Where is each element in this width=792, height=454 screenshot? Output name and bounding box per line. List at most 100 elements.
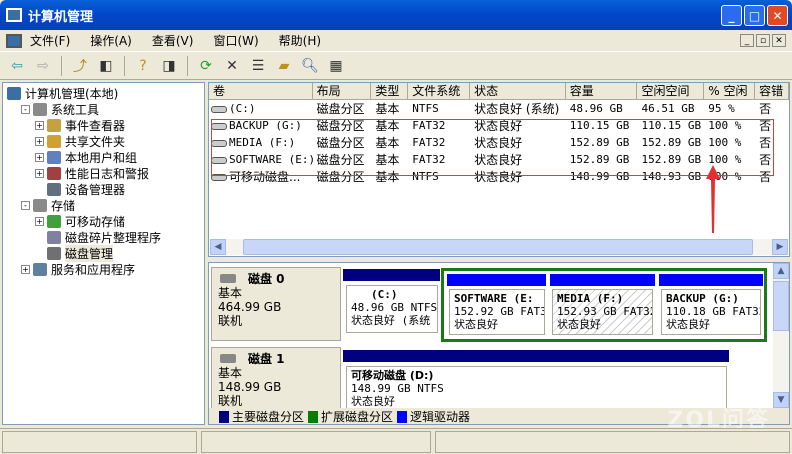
column-header[interactable]: 类型	[371, 83, 409, 99]
back-icon[interactable]: ⇦	[6, 55, 28, 77]
tree-item[interactable]: + 性能日志和警报	[3, 165, 204, 181]
menu-help[interactable]: 帮助(H)	[279, 32, 321, 49]
highlight-box	[211, 119, 774, 176]
column-header[interactable]: 空闲空间	[637, 83, 705, 99]
tree-item[interactable]: 磁盘管理	[3, 244, 204, 262]
maximize-button[interactable]: □	[744, 5, 765, 26]
tree-item-label: 磁盘管理	[65, 244, 114, 262]
menu-file[interactable]: 文件(F)	[30, 32, 70, 49]
open-icon[interactable]: ▰	[273, 55, 295, 77]
horizontal-scrollbar[interactable]: ◀ ▶	[210, 239, 788, 255]
tree-item-label: 系统工具	[51, 102, 100, 117]
column-header[interactable]: 文件系统	[408, 83, 471, 99]
column-header[interactable]: 容量	[566, 83, 638, 99]
scroll-up-button[interactable]: ▲	[773, 263, 789, 279]
expand-toggle-icon[interactable]: -	[21, 200, 30, 210]
tree-item-label: 共享文件夹	[65, 134, 126, 149]
tree-item-label: 磁盘碎片整理程序	[65, 230, 162, 245]
tree-item-label: 本地用户和组	[65, 150, 138, 165]
legend-label: 主要磁盘分区	[232, 410, 305, 424]
tree-item-label: 存储	[51, 198, 76, 213]
column-header[interactable]: 卷	[209, 83, 313, 99]
tree-node-icon	[47, 182, 61, 196]
tree-item[interactable]: 磁盘碎片整理程序	[3, 229, 204, 245]
tree-item-label: 事件查看器	[65, 118, 126, 133]
column-header[interactable]: 布局	[313, 83, 372, 99]
legend-swatch	[308, 410, 319, 423]
tree-node-icon	[33, 198, 47, 212]
refresh-icon[interactable]: ⟳	[195, 55, 217, 77]
show-hide-tree-icon[interactable]: ◧	[95, 55, 117, 77]
column-header[interactable]: % 空闲	[704, 83, 756, 99]
tree-node-icon	[47, 118, 61, 132]
search-icon[interactable]: 🔍︎	[299, 55, 321, 77]
scroll-thumb[interactable]	[243, 239, 753, 255]
menu-window[interactable]: 窗口(W)	[213, 32, 258, 49]
table-row[interactable]: (C:) 磁盘分区 基本 NTFS 状态良好 (系统) 48.96 GB 46.51 GB 9…	[209, 100, 789, 117]
expand-toggle-icon[interactable]: +	[35, 136, 44, 146]
delete-icon[interactable]: ✕	[221, 55, 243, 77]
partition-g[interactable]: BACKUP (G:) 110.18 GB FAT32 状态良好	[661, 289, 761, 335]
scroll-right-button[interactable]: ▶	[772, 239, 788, 255]
tree-item[interactable]: + 服务和应用程序	[3, 261, 204, 277]
partition-e[interactable]: SOFTWARE (E: 152.92 GB FAT32 状态良好	[449, 289, 545, 335]
tree-node-icon	[47, 134, 61, 148]
table-cell: NTFS	[412, 102, 439, 115]
computer-icon	[6, 8, 22, 22]
table-cell: 95 %	[708, 102, 735, 115]
scroll-thumb[interactable]	[773, 281, 789, 331]
tree-node-icon	[33, 262, 47, 276]
divider	[61, 56, 62, 76]
arrow-annotation	[706, 165, 720, 233]
tree-node-icon	[47, 246, 61, 260]
tree-item[interactable]: + 共享文件夹	[3, 133, 204, 149]
expand-toggle-icon[interactable]: +	[21, 264, 30, 274]
tree-item-label: 设备管理器	[65, 182, 126, 197]
scroll-left-button[interactable]: ◀	[210, 239, 226, 255]
tree-item[interactable]: + 事件查看器	[3, 117, 204, 133]
help-icon[interactable]: ?	[132, 55, 154, 77]
minimize-button[interactable]: _	[721, 5, 742, 26]
volume-icon	[211, 105, 227, 113]
expand-toggle-icon[interactable]: +	[35, 168, 44, 178]
partition-c[interactable]: (C:) 48.96 GB NTFS 状态良好 (系统	[346, 285, 438, 333]
table-cell: 磁盘分区	[316, 102, 365, 116]
up-folder-icon[interactable]: ⤴	[69, 55, 91, 77]
console-tree: 计算机管理(本地) - 系统工具 + 事件查看器 + 共享文件夹 + 本地用户和组 + 性能日志和警…	[2, 82, 205, 425]
settings-icon[interactable]: ▦	[325, 55, 347, 77]
child-minimize-button[interactable]: _	[740, 34, 754, 47]
tree-node-icon	[33, 102, 47, 116]
expand-toggle-icon[interactable]: -	[21, 104, 30, 114]
table-cell: 否	[759, 102, 772, 116]
menu-view[interactable]: 查看(V)	[152, 32, 194, 49]
tree-item[interactable]: 设备管理器	[3, 181, 204, 197]
tree-item[interactable]: - 系统工具	[3, 101, 204, 117]
vertical-scrollbar[interactable]: ▲ ▼	[773, 263, 789, 408]
column-header[interactable]: 状态	[470, 83, 566, 99]
partition-f[interactable]: MEDIA (F:) 152.93 GB FAT32 状态良好	[552, 289, 653, 335]
legend-label: 扩展磁盘分区	[321, 410, 394, 424]
legend-swatch	[397, 410, 408, 423]
menu-action[interactable]: 操作(A)	[90, 32, 132, 49]
tree-item-label: 服务和应用程序	[51, 262, 136, 277]
tree-item-label: 性能日志和警报	[65, 166, 150, 181]
tree-item[interactable]: 计算机管理(本地)	[3, 85, 204, 101]
column-header[interactable]: 容错	[755, 83, 789, 99]
child-restore-button[interactable]: ▫	[756, 34, 770, 47]
expand-toggle-icon[interactable]: +	[35, 152, 44, 162]
child-close-button[interactable]: ✕	[772, 34, 786, 47]
expand-toggle-icon[interactable]: +	[35, 120, 44, 130]
forward-icon[interactable]: ⇨	[32, 55, 54, 77]
title-bar: 计算机管理 _ □ ✕	[0, 0, 792, 30]
tree-item[interactable]: + 可移动存储	[3, 213, 204, 229]
expand-toggle-icon[interactable]: +	[35, 216, 44, 226]
scroll-down-button[interactable]: ▼	[773, 392, 789, 408]
status-bar	[0, 428, 792, 454]
list-header: 卷布局 类型 文件系统 状态 容量 空闲空间% 空闲 容错	[209, 83, 789, 100]
tree-node-icon	[47, 150, 61, 164]
tree-item[interactable]: - 存储	[3, 197, 204, 213]
properties-icon[interactable]: ☰	[247, 55, 269, 77]
close-button[interactable]: ✕	[767, 5, 788, 26]
tree-item[interactable]: + 本地用户和组	[3, 149, 204, 165]
action-pane-icon[interactable]: ◨	[158, 55, 180, 77]
